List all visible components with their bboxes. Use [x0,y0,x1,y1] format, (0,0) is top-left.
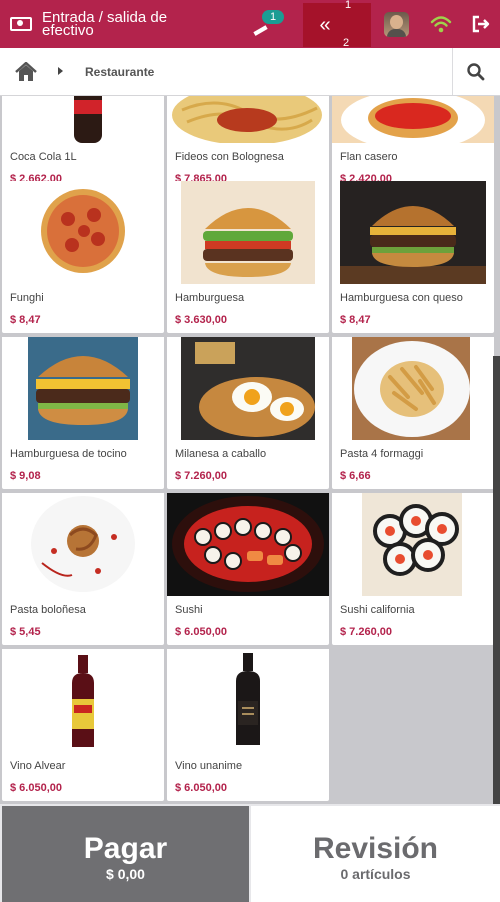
search-icon[interactable] [466,62,486,82]
product-price: $ 7.260,00 [175,470,227,482]
product-price: $ 8,47 [10,314,41,326]
product-image [2,649,164,752]
cash-in-out-button[interactable]: Entrada / salida de efectivo [10,6,192,42]
product-name: Hamburguesa [175,292,245,304]
product-grid-scrollbar[interactable] [493,356,500,804]
product-image [2,337,164,440]
product-price: $ 5,45 [10,626,41,638]
product-image [332,96,494,143]
product-name: Pasta boloñesa [10,604,86,616]
product-card[interactable]: Funghi $ 8,47 [2,181,164,333]
cash-in-out-label: Entrada / salida de efectivo [42,9,168,39]
product-image [167,181,329,284]
user-avatar[interactable] [384,12,409,37]
review-label: Revisión [312,832,439,865]
product-card[interactable]: Fideos con Bolognesa $ 7.865,00 [167,96,329,192]
product-price: $ 3.630,00 [175,314,227,326]
product-image [332,493,494,596]
pay-button[interactable]: Pagar $ 0,00 [2,806,249,902]
product-name: Sushi california [340,604,415,616]
product-name: Flan casero [340,151,398,163]
home-icon[interactable] [14,61,38,82]
breadcrumb: Restaurante [0,48,500,96]
chevron-double-left-icon: « [319,14,331,36]
product-image [167,337,329,440]
product-name: Fideos con Bolognesa [175,151,284,163]
pay-amount: $ 0,00 [106,866,145,882]
product-image [332,337,494,440]
product-image [2,96,164,143]
product-image [2,181,164,284]
product-image [332,181,494,284]
cash-icon [10,17,32,31]
review-button[interactable]: Revisión 0 artículos [251,806,500,902]
product-name: Coca Cola 1L [10,151,77,163]
product-card[interactable]: Sushi california $ 7.260,00 [332,493,494,645]
review-item-count: 0 artículos [340,866,411,882]
product-card[interactable]: Sushi $ 6.050,00 [167,493,329,645]
product-name: Vino Alvear [10,760,66,772]
ticket-count-badge: 1 [262,10,284,24]
product-card[interactable]: Vino Alvear $ 6.050,00 [2,649,164,801]
orders-top-number: 1 [345,0,352,11]
product-name: Hamburguesa de tocino [10,448,127,460]
product-card[interactable]: Coca Cola 1L $ 2.662,00 [2,96,164,192]
top-bar: Entrada / salida de efectivo ▬ 1 « 1 2 [0,0,500,49]
product-price: $ 6,66 [340,470,371,482]
breadcrumb-separator-icon [58,67,63,75]
product-price: $ 8,47 [340,314,371,326]
breadcrumb-category[interactable]: Restaurante [85,65,154,79]
product-card[interactable]: Milanesa a caballo $ 7.260,00 [167,337,329,489]
product-image [167,96,329,143]
logout-icon[interactable] [471,14,491,34]
product-grid[interactable]: Coca Cola 1L $ 2.662,00 Fideos con Bolog… [0,96,500,804]
product-price: $ 6.050,00 [175,626,227,638]
product-card[interactable]: Hamburguesa $ 3.630,00 [167,181,329,333]
orders-toggle-button[interactable]: « 1 2 [303,0,371,49]
product-card[interactable]: Pasta 4 formaggi $ 6,66 [332,337,494,489]
product-card[interactable]: Hamburguesa con queso $ 8,47 [332,181,494,333]
action-bar: Pagar $ 0,00 Revisión 0 artículos [0,804,500,902]
wifi-icon[interactable] [430,14,452,34]
product-name: Pasta 4 formaggi [340,448,424,460]
product-name: Hamburguesa con queso [340,292,463,304]
product-card[interactable]: Hamburguesa de tocino $ 9,08 [2,337,164,489]
pay-label: Pagar [83,832,168,865]
product-card[interactable]: Pasta boloñesa $ 5,45 [2,493,164,645]
product-price: $ 7.260,00 [340,626,392,638]
product-price: $ 9,08 [10,470,41,482]
product-card[interactable]: Vino unanime $ 6.050,00 [167,649,329,801]
product-name: Sushi [175,604,203,616]
product-image [2,493,164,596]
product-price: $ 6.050,00 [10,782,62,794]
product-name: Milanesa a caballo [175,448,267,460]
product-name: Funghi [10,292,44,304]
divider [452,48,453,95]
product-image [167,493,329,596]
product-card[interactable]: Flan casero $ 2.420,00 [332,96,494,192]
product-image [167,649,329,752]
product-price: $ 6.050,00 [175,782,227,794]
tickets-button[interactable]: ▬ 1 [249,10,284,38]
product-name: Vino unanime [175,760,243,772]
